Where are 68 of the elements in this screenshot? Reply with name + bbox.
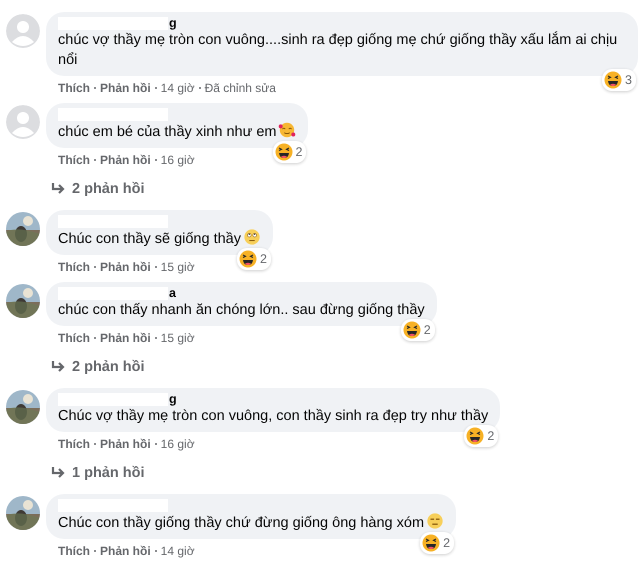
reaction-count: 2 [424,323,431,337]
reply-arrow-icon [50,182,66,196]
reaction-badge[interactable]: 2 [464,425,498,447]
laughing-face-icon [402,321,421,339]
reaction-badge[interactable]: 2 [400,319,435,341]
laughing-face-icon [422,534,440,552]
separator-dot [154,159,157,161]
comment-text: Chúc vợ thầy mẹ tròn con vuông, con thầy sinh ra đẹp try như thầy [58,408,488,424]
like-link[interactable]: Thích [58,437,90,451]
separator-dot [94,87,96,89]
laughing-face-icon [604,71,622,89]
author-name[interactable]: a [169,286,176,300]
timestamp[interactable]: 14 giờ [160,544,195,558]
separator-dot [94,266,96,268]
comment-text: Chúc con thầy giống thầy chứ đừng giống ông hàng xóm [58,515,424,531]
reply-link[interactable]: Phản hồi [100,544,151,558]
reply-link[interactable]: Phản hồi [100,260,151,274]
like-link[interactable]: Thích [58,81,90,95]
reaction-count: 3 [625,73,632,87]
timestamp[interactable]: 15 giờ [160,260,195,274]
reaction-badge[interactable]: 3 [602,69,636,91]
edited-label: Đã chỉnh sửa [204,81,276,95]
timestamp[interactable]: 15 giờ [160,331,195,345]
reaction-count: 2 [443,536,450,550]
separator-dot [154,443,157,445]
author-name[interactable]: g [169,16,177,30]
expressionless-face-icon [426,512,444,530]
reaction-badge[interactable]: 2 [272,141,306,163]
reaction-count: 2 [487,429,494,443]
reaction-badge[interactable]: 2 [420,532,454,554]
reply-link[interactable]: Phản hồi [100,153,151,167]
timestamp[interactable]: 16 giờ [160,153,195,167]
like-link[interactable]: Thích [58,153,90,167]
separator-dot [94,337,96,339]
comment-text: chúc con thấy nhanh ăn chóng lớn.. sau đừng giống thầy [58,302,425,318]
view-replies-link[interactable]: 2 phản hồi [50,357,144,377]
timestamp[interactable]: 16 giờ [160,437,195,451]
separator-dot [94,443,96,445]
reply-link[interactable]: Phản hồi [100,81,151,95]
reaction-count: 2 [296,145,302,159]
view-replies-link[interactable]: 1 phản hồi [50,463,144,483]
view-replies-link[interactable]: 2 phản hồi [50,179,144,199]
reply-arrow-icon [50,466,66,480]
eye-roll-face-icon [242,228,261,246]
like-link[interactable]: Thích [58,260,90,274]
separator-dot [94,159,96,161]
like-link[interactable]: Thích [58,331,90,345]
reaction-badge[interactable]: 2 [237,248,271,270]
like-link[interactable]: Thích [58,544,90,558]
separator-dot [154,337,157,339]
reply-link[interactable]: Phản hồi [100,331,151,345]
comment-text: Chúc con thầy sẽ giống thầy [58,231,241,247]
author-name[interactable]: g [169,392,177,406]
separator-dot [198,87,201,89]
separator-dot [154,266,157,268]
laughing-face-icon [466,427,484,445]
reply-arrow-icon [50,360,66,374]
separator-dot [154,550,157,552]
laughing-face-icon [239,250,258,268]
laughing-face-icon [274,143,293,161]
separator-dot [94,550,96,552]
reply-link[interactable]: Phản hồi [100,437,151,451]
timestamp[interactable]: 14 giờ [160,81,195,95]
comment-text: chúc em bé của thầy xinh như em [58,124,276,140]
reaction-count: 2 [260,252,267,266]
heart-face-icon [278,121,296,139]
separator-dot [154,87,157,89]
comment-text: chúc vợ thầy mẹ tròn con vuông....sinh ra đẹp giống mẹ chứ giống thầy xấu lắm ai chịu nổi [58,32,618,68]
